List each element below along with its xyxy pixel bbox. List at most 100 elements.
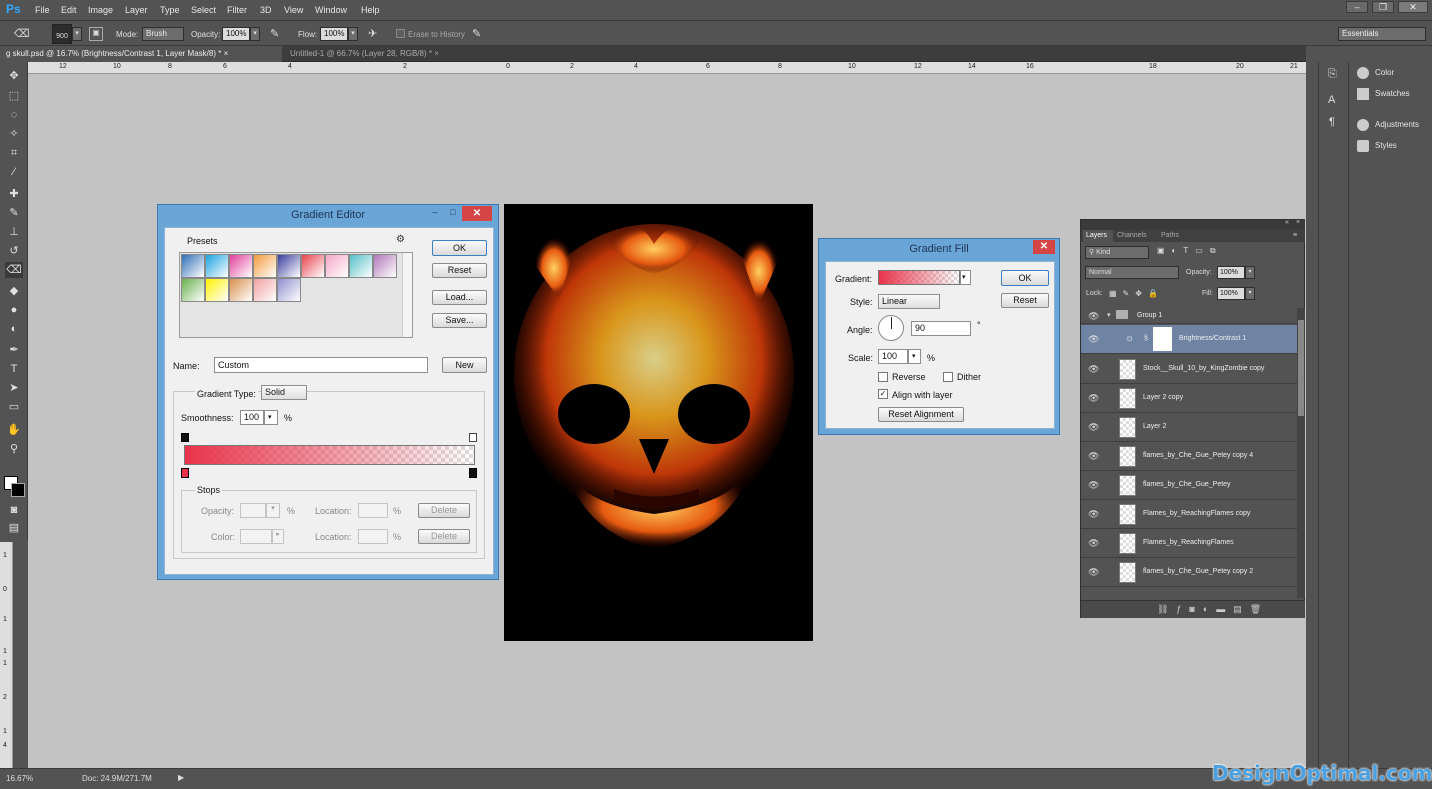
airbrush-icon[interactable]: ✈	[368, 27, 377, 40]
opacity-dropdown-icon[interactable]: ▾	[250, 27, 260, 41]
visibility-eye-icon[interactable]: 👁	[1088, 393, 1099, 403]
scale-input[interactable]: 100	[878, 349, 908, 364]
new-button[interactable]: New	[442, 357, 487, 373]
tab-untitled-document[interactable]: Untitled-1 @ 66.7% (Layer 28, RGB/8) * ×	[284, 46, 460, 62]
workspace-select[interactable]: Essentials	[1338, 27, 1426, 41]
brush-dropdown-icon[interactable]: ▾	[72, 27, 82, 41]
lock-icons[interactable]: ▦✎✥🔒	[1109, 289, 1164, 298]
flow-dropdown-icon[interactable]: ▾	[348, 27, 358, 41]
stop-color-swatch[interactable]	[240, 529, 272, 544]
zoom-tool-icon[interactable]: ⚲	[5, 441, 23, 457]
stop-opacity-location-input[interactable]	[358, 503, 388, 518]
gradient-preset-swatch[interactable]	[205, 278, 229, 302]
close-icon[interactable]: ×	[434, 49, 439, 58]
reset-alignment-button[interactable]: Reset Alignment	[878, 407, 964, 422]
document-canvas-flaming-skull[interactable]	[504, 204, 813, 641]
filter-icons[interactable]: ▣◐T▭⧉	[1157, 246, 1223, 256]
smoothness-input[interactable]: 100	[240, 410, 264, 425]
move-tool-icon[interactable]: ✥	[5, 68, 23, 84]
delete-opacity-stop-button[interactable]: Delete	[418, 503, 470, 518]
gradient-preset-swatch[interactable]	[205, 254, 229, 278]
blur-tool-icon[interactable]: ●	[5, 302, 23, 318]
presets-scrollbar[interactable]	[402, 253, 412, 337]
gradient-preset-swatch[interactable]	[349, 254, 373, 278]
clone-stamp-icon[interactable]: ⊥	[5, 224, 23, 240]
visibility-eye-icon[interactable]: 👁	[1088, 451, 1099, 461]
layer-row[interactable]: 👁 flames_by_Che_Gue_Petey copy 2	[1081, 558, 1297, 587]
pressure-opacity-icon[interactable]: ✎	[270, 27, 279, 40]
close-icon[interactable]: ×	[1296, 219, 1300, 226]
menu-view[interactable]: View	[284, 5, 303, 15]
brush-preset-picker[interactable]: 900	[52, 24, 72, 44]
layer-row[interactable]: 👁 Flames_by_ReachingFlames	[1081, 529, 1297, 558]
gradient-picker-dropdown-icon[interactable]: ▾	[960, 270, 971, 285]
eraser-tool-icon[interactable]: ⌫	[14, 27, 36, 41]
dodge-tool-icon[interactable]: ◐	[5, 321, 23, 337]
save-button[interactable]: Save...	[432, 313, 487, 328]
layer-row[interactable]: 👁 Layer 2 copy	[1081, 384, 1297, 413]
layer-row[interactable]: 👁 Stock__Skull_10_by_KingZombie copy	[1081, 355, 1297, 384]
layer-row[interactable]: 👁 Layer 2	[1081, 413, 1297, 442]
type-tool-icon[interactable]: T	[5, 361, 23, 377]
menu-edit[interactable]: Edit	[61, 5, 77, 15]
layer-group-row[interactable]: 👁 ▾ Group 1	[1081, 308, 1297, 324]
visibility-eye-icon[interactable]: 👁	[1088, 422, 1099, 432]
close-window-icon[interactable]: ✕	[1398, 1, 1428, 13]
mode-select[interactable]: Brush	[142, 27, 184, 41]
history-panel-icon[interactable]: ⎘	[1328, 68, 1337, 81]
erase-history-checkbox[interactable]	[396, 29, 405, 38]
hand-tool-icon[interactable]: ✋	[5, 422, 23, 438]
tab-channels[interactable]: Channels	[1117, 230, 1147, 242]
character-panel-icon[interactable]: A	[1328, 94, 1335, 106]
blend-mode-select[interactable]: Normal	[1085, 266, 1179, 279]
angle-input[interactable]: 90	[911, 321, 971, 336]
visibility-eye-icon[interactable]: 👁	[1088, 480, 1099, 490]
gear-icon[interactable]: ⚙	[396, 234, 405, 245]
minimize-icon[interactable]: –	[426, 207, 444, 221]
menu-help[interactable]: Help	[361, 5, 380, 15]
tab-skull-document[interactable]: g skull.psd @ 16.7% (Brightness/Contrast…	[0, 46, 282, 62]
opacity-stop-left[interactable]	[181, 433, 189, 442]
name-input[interactable]: Custom	[214, 357, 428, 373]
marquee-tool-icon[interactable]: ⬚	[5, 88, 23, 104]
scale-dropdown-icon[interactable]: ▾	[908, 349, 921, 364]
visibility-eye-icon[interactable]: 👁	[1088, 334, 1099, 344]
background-color-swatch[interactable]	[11, 483, 25, 497]
align-checkbox[interactable]: ✓	[878, 389, 888, 399]
pen-tool-icon[interactable]: ✒	[5, 342, 23, 358]
smoothness-dropdown-icon[interactable]: ▾	[264, 410, 278, 425]
gradient-type-select[interactable]: Solid	[261, 385, 307, 400]
eraser-tool-icon[interactable]: ⌫	[5, 262, 23, 278]
gradient-preview-bar[interactable]	[184, 445, 475, 465]
menu-select[interactable]: Select	[191, 5, 216, 15]
close-icon[interactable]: ✕	[1033, 240, 1055, 254]
stop-color-arrow-icon[interactable]: ▸	[272, 529, 284, 544]
quick-select-tool-icon[interactable]: ✧	[5, 126, 23, 142]
gradient-preset-swatch[interactable]	[373, 254, 397, 278]
style-select[interactable]: Linear	[878, 294, 940, 309]
ok-button[interactable]: OK	[1001, 270, 1049, 286]
lasso-tool-icon[interactable]: ◌	[5, 107, 23, 123]
menu-file[interactable]: File	[35, 5, 50, 15]
menu-type[interactable]: Type	[160, 5, 180, 15]
menu-filter[interactable]: Filter	[227, 5, 247, 15]
layer-fill-input[interactable]: 100%	[1217, 287, 1245, 300]
history-brush-icon[interactable]: ↺	[5, 243, 23, 259]
reset-button[interactable]: Reset	[432, 263, 487, 278]
menu-layer[interactable]: Layer	[125, 5, 148, 15]
gradient-preset-swatch[interactable]	[181, 278, 205, 302]
brush-tool-icon[interactable]: ✎	[5, 205, 23, 221]
load-button[interactable]: Load...	[432, 290, 487, 305]
crop-tool-icon[interactable]: ⌗	[5, 145, 23, 161]
filter-kind-select[interactable]: ⚲ Kind	[1085, 246, 1149, 259]
status-menu-arrow-icon[interactable]: ▶	[178, 773, 184, 782]
path-select-icon[interactable]: ➤	[5, 380, 23, 396]
chevron-down-icon[interactable]: ▾	[1107, 311, 1111, 319]
visibility-eye-icon[interactable]: 👁	[1088, 311, 1099, 321]
dither-checkbox[interactable]	[943, 372, 953, 382]
layer-action-icons[interactable]: ⛓ƒ◙◐▬▤🗑	[1157, 604, 1269, 615]
panel-menu-icon[interactable]: ≡	[1293, 230, 1297, 242]
opacity-input[interactable]: 100%	[222, 27, 250, 41]
pressure-size-icon[interactable]: ✎	[472, 27, 481, 40]
paint-bucket-icon[interactable]: ◆	[5, 283, 23, 299]
